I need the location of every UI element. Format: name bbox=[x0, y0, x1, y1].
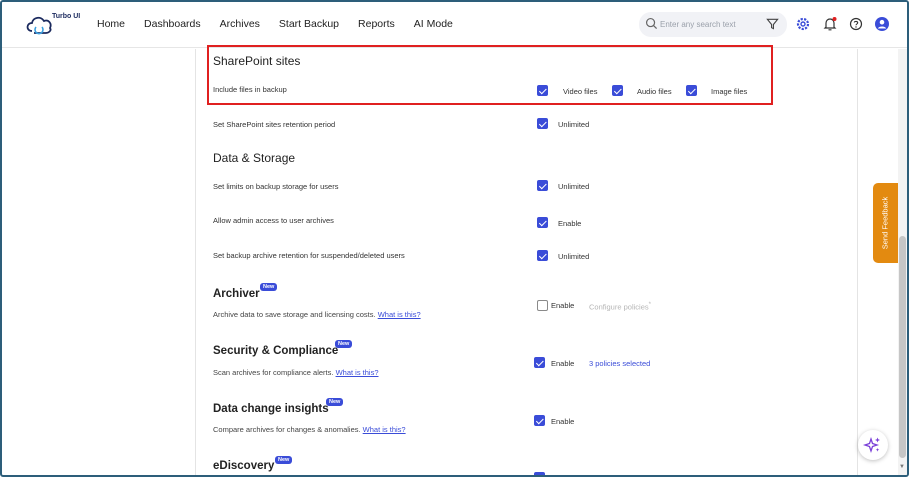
app-window: Turbo UI Home Dashboards Archives Start … bbox=[0, 0, 909, 477]
ediscovery-enable-checkbox[interactable] bbox=[534, 472, 545, 475]
admin-access-value: Enable bbox=[558, 219, 582, 228]
top-navbar: Turbo UI Home Dashboards Archives Start … bbox=[2, 2, 907, 48]
search-input[interactable] bbox=[660, 17, 760, 32]
ediscovery-new-badge: New bbox=[275, 456, 293, 464]
insights-description: Compare archives for changes & anomalies… bbox=[213, 425, 406, 434]
nav-home[interactable]: Home bbox=[97, 18, 125, 30]
nav-archives[interactable]: Archives bbox=[220, 18, 260, 30]
main-nav: Home Dashboards Archives Start Backup Re… bbox=[97, 18, 472, 30]
ai-assistant-button[interactable] bbox=[858, 430, 888, 460]
security-enable-label: Enable bbox=[551, 359, 575, 368]
suspended-retention-label: Set backup archive retention for suspend… bbox=[213, 251, 405, 260]
nav-ai-mode[interactable]: AI Mode bbox=[414, 18, 453, 30]
suspended-retention-checkbox[interactable] bbox=[537, 250, 548, 261]
nav-reports[interactable]: Reports bbox=[358, 18, 395, 30]
security-compliance-title: Security & Compliance bbox=[213, 345, 339, 357]
insights-what-is-this-link[interactable]: What is this? bbox=[363, 425, 406, 434]
image-files-label: Image files bbox=[711, 87, 748, 96]
video-files-label: Video files bbox=[563, 87, 598, 96]
storage-limits-label: Set limits on backup storage for users bbox=[213, 182, 339, 191]
data-change-insights-title: Data change insights bbox=[213, 403, 329, 415]
security-description: Scan archives for compliance alerts. Wha… bbox=[213, 368, 379, 377]
security-enable-checkbox[interactable] bbox=[534, 357, 545, 368]
storage-limits-checkbox[interactable] bbox=[537, 180, 548, 191]
scroll-down-icon[interactable]: ▼ bbox=[899, 464, 905, 470]
security-what-is-this-link[interactable]: What is this? bbox=[336, 368, 379, 377]
help-icon[interactable] bbox=[848, 16, 864, 32]
sharepoint-title: SharePoint sites bbox=[213, 54, 301, 68]
retention-label: Set SharePoint sites retention period bbox=[213, 120, 336, 129]
brand-name: Turbo UI bbox=[52, 13, 81, 20]
security-new-badge: New bbox=[335, 340, 353, 348]
nav-dashboards[interactable]: Dashboards bbox=[144, 18, 201, 30]
search-bar bbox=[639, 12, 787, 37]
insights-enable-checkbox[interactable] bbox=[534, 415, 545, 426]
configure-policies-link[interactable]: Configure policies* bbox=[589, 301, 651, 312]
storage-limits-value: Unlimited bbox=[558, 182, 590, 191]
admin-access-label: Allow admin access to user archives bbox=[213, 216, 334, 225]
settings-icon[interactable] bbox=[795, 16, 811, 32]
send-feedback-button[interactable]: Send Feedback bbox=[873, 183, 898, 263]
scrollbar-thumb[interactable] bbox=[899, 236, 906, 458]
archiver-what-is-this-link[interactable]: What is this? bbox=[378, 310, 421, 319]
insights-new-badge: New bbox=[326, 398, 344, 406]
insights-enable-label: Enable bbox=[551, 417, 575, 426]
admin-access-checkbox[interactable] bbox=[537, 217, 548, 228]
ai-sparkle-icon bbox=[862, 436, 880, 454]
user-avatar-icon[interactable] bbox=[874, 16, 890, 32]
audio-files-label: Audio files bbox=[637, 87, 672, 96]
archiver-enable-label: Enable bbox=[551, 301, 575, 310]
image-files-checkbox[interactable] bbox=[686, 85, 697, 96]
data-storage-title: Data & Storage bbox=[213, 151, 296, 165]
notification-bell-icon[interactable] bbox=[822, 16, 838, 32]
filter-icon[interactable] bbox=[766, 17, 779, 31]
archiver-new-badge: New bbox=[260, 283, 278, 291]
retention-value: Unlimited bbox=[558, 120, 590, 129]
video-files-checkbox[interactable] bbox=[537, 85, 548, 96]
archiver-title: Archiver bbox=[213, 288, 260, 300]
send-feedback-label: Send Feedback bbox=[880, 196, 890, 250]
archiver-enable-checkbox[interactable] bbox=[537, 300, 548, 311]
policies-selected-link[interactable]: 3 policies selected bbox=[589, 359, 650, 368]
search-icon bbox=[645, 17, 658, 30]
ediscovery-title: eDiscovery bbox=[213, 460, 275, 472]
nav-start-backup[interactable]: Start Backup bbox=[279, 18, 339, 30]
archiver-description: Archive data to save storage and licensi… bbox=[213, 310, 421, 319]
retention-checkbox[interactable] bbox=[537, 118, 548, 129]
suspended-retention-value: Unlimited bbox=[558, 252, 590, 261]
include-files-label: Include files in backup bbox=[213, 85, 287, 94]
audio-files-checkbox[interactable] bbox=[612, 85, 623, 96]
